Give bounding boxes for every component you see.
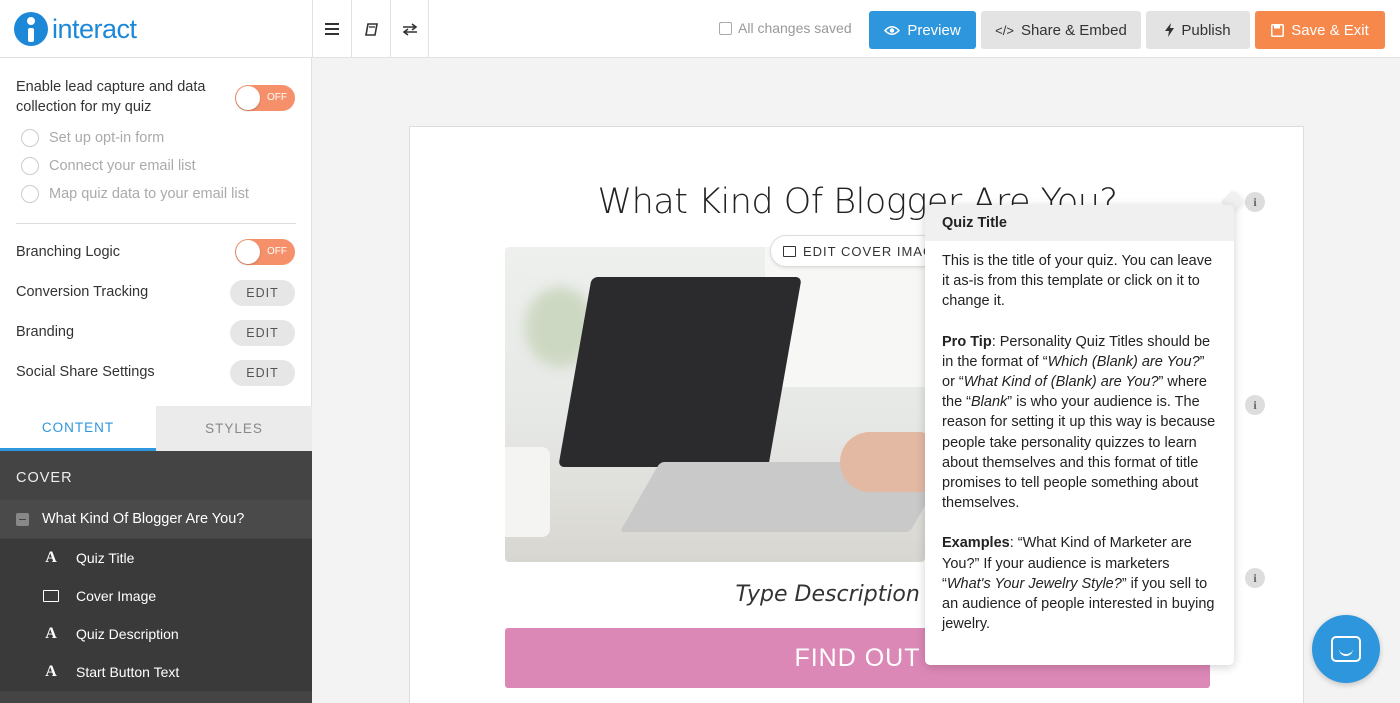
- tree-item-label: What Kind Of Blogger Are You?: [42, 511, 245, 527]
- image-icon: [783, 245, 796, 257]
- tree-item-cover-image[interactable]: Cover Image: [0, 577, 312, 615]
- book-icon[interactable]: [351, 0, 390, 58]
- cover-image[interactable]: [505, 247, 925, 562]
- conversion-tracking-edit-button[interactable]: EDIT: [230, 280, 295, 306]
- tooltip-title: Quiz Title: [925, 205, 1234, 241]
- branching-logic-label: Branching Logic: [16, 244, 120, 260]
- toggle-state: OFF: [267, 92, 287, 103]
- save-status: All changes saved: [719, 20, 852, 36]
- tree-item-start-button-text[interactable]: A Start Button Text: [0, 653, 312, 691]
- save-exit-label: Save & Exit: [1291, 21, 1369, 39]
- pro-tip-label: Pro Tip: [942, 333, 992, 350]
- toggle-knob: [236, 86, 260, 110]
- toggle-state: OFF: [267, 246, 287, 257]
- swap-icon[interactable]: [390, 0, 429, 58]
- branding-label: Branding: [16, 324, 75, 340]
- info-icon-description[interactable]: i: [1245, 568, 1265, 588]
- content-tree: COVER What Kind Of Blogger Are You? A Qu…: [0, 451, 312, 703]
- tooltip-intro: This is the title of your quiz. You can …: [942, 253, 1213, 310]
- info-icon-image[interactable]: i: [1245, 395, 1265, 415]
- save-exit-button[interactable]: Save & Exit: [1255, 11, 1385, 49]
- pro-tip-text: ” is who your audience is. The reason fo…: [942, 394, 1216, 512]
- option-label: Connect your email list: [49, 158, 196, 174]
- social-share-edit-button[interactable]: EDIT: [230, 360, 295, 386]
- floppy-icon: [719, 21, 732, 35]
- pro-tip-example: Blank: [971, 394, 1008, 411]
- tooltip-body: This is the title of your quiz. You can …: [925, 241, 1234, 634]
- sidebar-divider: [16, 223, 296, 224]
- option-label: Map quiz data to your email list: [49, 186, 249, 202]
- quiz-title-tooltip: Quiz Title This is the title of your qui…: [925, 205, 1234, 665]
- tree-item-cover-page[interactable]: What Kind Of Blogger Are You?: [0, 500, 312, 538]
- pro-tip-example: What Kind of (Blank) are You?: [963, 374, 1159, 391]
- brand-name: interact: [52, 13, 137, 44]
- opt-in-form-option[interactable]: Set up opt-in form: [21, 129, 164, 147]
- sidebar-tabs: CONTENT STYLES: [0, 406, 312, 451]
- email-list-option[interactable]: Connect your email list: [21, 157, 196, 175]
- text-icon: A: [45, 625, 57, 642]
- brand-logo[interactable]: interact: [14, 12, 137, 46]
- tooltip-examples: Examples: “What Kind of Marketer are You…: [942, 533, 1218, 634]
- share-embed-button[interactable]: </> Share & Embed: [981, 11, 1141, 49]
- eye-icon: [884, 25, 901, 35]
- tab-content[interactable]: CONTENT: [0, 406, 156, 451]
- tree-item-quiz-title[interactable]: A Quiz Title: [0, 539, 312, 577]
- image-laptop-screen: [558, 277, 802, 467]
- tooltip-pro-tip: Pro Tip: Personality Quiz Titles should …: [942, 332, 1218, 514]
- tree-item-label: Quiz Description: [76, 626, 179, 642]
- image-mug: [505, 447, 550, 537]
- radio-icon: [21, 185, 39, 203]
- radio-icon: [21, 157, 39, 175]
- branching-logic-toggle[interactable]: OFF: [235, 239, 295, 265]
- text-icon: A: [45, 663, 57, 680]
- conversion-tracking-label: Conversion Tracking: [16, 284, 149, 300]
- save-status-text: All changes saved: [738, 20, 852, 36]
- menu-icon[interactable]: [312, 0, 351, 58]
- pro-tip-example: Which (Blank) are You?: [1047, 353, 1200, 370]
- branding-edit-button[interactable]: EDIT: [230, 320, 295, 346]
- tree-item-label: Start Button Text: [76, 664, 180, 680]
- map-data-option[interactable]: Map quiz data to your email list: [21, 185, 249, 203]
- publish-label: Publish: [1181, 21, 1231, 39]
- lead-capture-toggle[interactable]: OFF: [235, 85, 295, 111]
- preview-label: Preview: [907, 21, 961, 39]
- tree-section-cover: COVER: [16, 470, 73, 486]
- text-icon: A: [45, 549, 57, 566]
- lead-capture-label: Enable lead capture and data collection …: [16, 79, 206, 115]
- social-share-label: Social Share Settings: [16, 364, 155, 380]
- chat-icon: [1331, 636, 1361, 662]
- examples-label: Examples: [942, 535, 1010, 552]
- radio-icon: [21, 129, 39, 147]
- interact-logo-icon: [14, 12, 48, 46]
- image-hand: [840, 432, 925, 492]
- publish-button[interactable]: Publish: [1146, 11, 1250, 49]
- share-label: Share & Embed: [1020, 21, 1127, 39]
- collapse-icon[interactable]: [16, 512, 29, 526]
- floppy-icon: [1271, 23, 1285, 37]
- info-icon-title[interactable]: i: [1245, 192, 1265, 212]
- bolt-icon: [1165, 23, 1175, 37]
- top-bar: interact All changes saved Preview </> S…: [0, 0, 1400, 58]
- toggle-knob: [236, 240, 260, 264]
- tab-styles[interactable]: STYLES: [156, 406, 312, 451]
- chat-launcher[interactable]: [1312, 615, 1380, 683]
- image-icon: [43, 590, 59, 602]
- tree-item-label: Quiz Title: [76, 550, 135, 566]
- tree-item-quiz-description[interactable]: A Quiz Description: [0, 615, 312, 653]
- examples-example: What's Your Jewelry Style?: [946, 575, 1122, 592]
- code-icon: </>: [995, 22, 1014, 38]
- settings-sidebar: Enable lead capture and data collection …: [0, 58, 312, 703]
- preview-button[interactable]: Preview: [869, 11, 976, 49]
- edit-cover-label: EDIT COVER IMAGE: [803, 243, 944, 259]
- editor-tools: [312, 0, 429, 58]
- tree-item-label: Cover Image: [76, 588, 157, 604]
- option-label: Set up opt-in form: [49, 130, 165, 146]
